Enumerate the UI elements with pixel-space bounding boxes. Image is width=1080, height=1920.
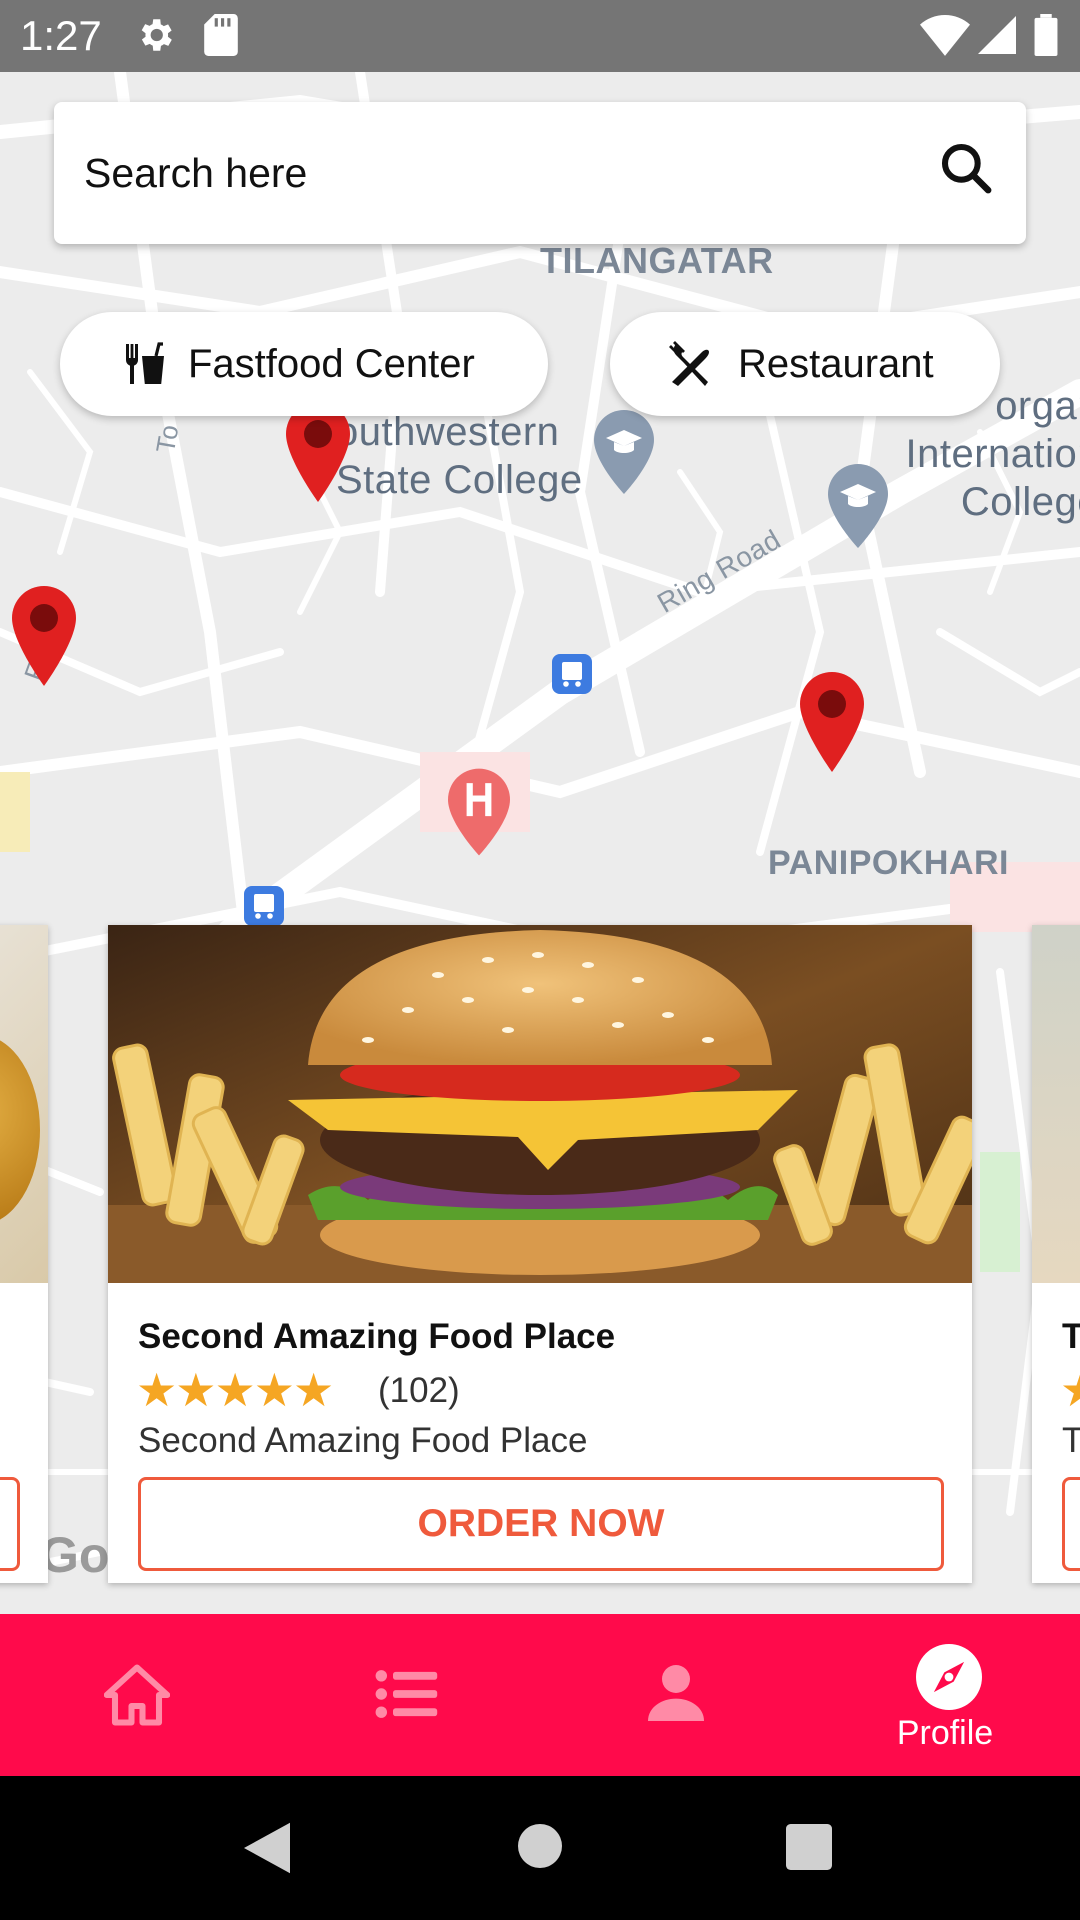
fastfood-icon bbox=[126, 342, 164, 384]
filter-chip-fastfood[interactable]: Fastfood Center bbox=[60, 312, 548, 416]
location-pin-icon[interactable] bbox=[12, 586, 76, 686]
home-circle-icon[interactable] bbox=[518, 1824, 562, 1868]
restaurant-icon bbox=[669, 341, 709, 386]
settings-icon bbox=[141, 19, 172, 51]
list-icon bbox=[375, 1670, 438, 1718]
nav-profile[interactable]: Profile bbox=[810, 1614, 1080, 1776]
location-pin-icon[interactable] bbox=[800, 672, 864, 772]
restaurant-name: Second Amazing Food Place bbox=[138, 1317, 616, 1356]
recents-icon[interactable] bbox=[786, 1824, 832, 1870]
search-icon[interactable] bbox=[938, 140, 994, 196]
person-icon bbox=[648, 1665, 704, 1721]
map-label-southwestern-college: outhwestern State College bbox=[336, 410, 583, 502]
restaurant-card[interactable]: Second Amazing Food Place ★★★★★ (102) Se… bbox=[108, 925, 972, 1583]
filter-chip-label: Restaurant bbox=[738, 342, 934, 386]
order-now-button[interactable]: ORDER NOW bbox=[138, 1477, 944, 1571]
location-pin-icon[interactable] bbox=[286, 402, 350, 502]
restaurant-card-next[interactable]: T ★ T bbox=[1032, 925, 1080, 1583]
rating-stars: ★★★★★ bbox=[136, 1364, 334, 1416]
search-input[interactable]: Search here bbox=[84, 150, 307, 197]
filter-chip-restaurant[interactable]: Restaurant bbox=[610, 312, 1000, 416]
college-marker-icon[interactable] bbox=[828, 464, 888, 548]
search-bar[interactable]: Search here bbox=[54, 102, 1026, 244]
burger-photo bbox=[108, 925, 972, 1283]
sd-card-icon bbox=[204, 14, 238, 56]
bus-stop-icon[interactable] bbox=[552, 654, 592, 694]
nav-profile-label: Profile bbox=[896, 1714, 994, 1752]
college-marker-icon[interactable] bbox=[594, 410, 654, 494]
bus-stop-icon[interactable] bbox=[244, 886, 284, 926]
bottom-navigation: Profile bbox=[0, 1614, 1080, 1776]
status-bar: 1:27 bbox=[0, 0, 1080, 72]
compass-icon bbox=[916, 1644, 982, 1710]
home-icon bbox=[104, 1664, 170, 1726]
map-label-tilangatar: TILANGATAR bbox=[540, 240, 774, 281]
map-label-panipokhari: PANIPOKHARI bbox=[768, 844, 1009, 882]
restaurant-name: T bbox=[1062, 1317, 1080, 1356]
signal-icon bbox=[978, 16, 1016, 54]
hospital-marker-icon[interactable] bbox=[448, 768, 510, 856]
nav-home[interactable] bbox=[0, 1614, 270, 1776]
restaurant-description: Second Amazing Food Place bbox=[138, 1421, 588, 1460]
review-count: (102) bbox=[378, 1371, 460, 1410]
order-now-button[interactable] bbox=[1062, 1477, 1080, 1571]
wifi-icon bbox=[920, 15, 970, 56]
status-time: 1:27 bbox=[20, 12, 102, 59]
filter-chip-label: Fastfood Center bbox=[188, 342, 475, 386]
rating-stars: ★ bbox=[1060, 1365, 1080, 1415]
nav-list[interactable] bbox=[270, 1614, 540, 1776]
nav-account[interactable] bbox=[540, 1614, 810, 1776]
restaurant-card-previous[interactable] bbox=[0, 925, 48, 1583]
map-label-road-to: To bbox=[150, 421, 185, 456]
battery-icon bbox=[1034, 14, 1058, 56]
restaurant-description: T bbox=[1062, 1421, 1080, 1460]
system-navigation-bar bbox=[0, 1776, 1080, 1920]
back-icon[interactable] bbox=[244, 1822, 290, 1874]
